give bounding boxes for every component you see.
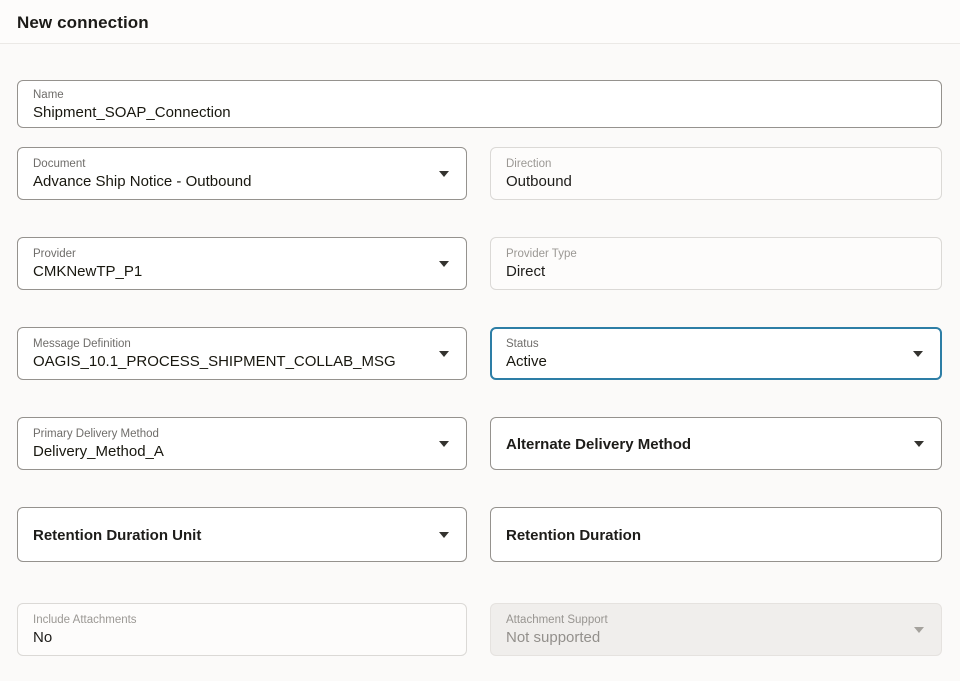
provider-type-field: Provider Type Direct	[490, 237, 942, 290]
primary-delivery-method-select-label: Primary Delivery Method	[33, 427, 430, 441]
row-delivery-methods: Primary Delivery Method Delivery_Method_…	[17, 417, 942, 470]
primary-delivery-method-select-value: Delivery_Method_A	[33, 442, 430, 461]
dropdown-arrow-icon	[439, 351, 449, 357]
dropdown-arrow-icon	[439, 261, 449, 267]
direction-field-value: Outbound	[506, 172, 905, 191]
document-select[interactable]: Document Advance Ship Notice - Outbound	[17, 147, 467, 200]
status-select-value: Active	[506, 352, 904, 371]
provider-select[interactable]: Provider CMKNewTP_P1	[17, 237, 467, 290]
dropdown-arrow-icon	[439, 441, 449, 447]
retention-duration-input[interactable]: Retention Duration	[490, 507, 942, 562]
provider-select-label: Provider	[33, 247, 430, 261]
row-message-status: Message Definition OAGIS_10.1_PROCESS_SH…	[17, 327, 942, 380]
retention-duration-unit-select[interactable]: Retention Duration Unit	[17, 507, 467, 562]
name-field[interactable]: Name Shipment_SOAP_Connection	[17, 80, 942, 128]
page-title: New connection	[17, 13, 943, 33]
dropdown-arrow-icon	[914, 627, 924, 633]
message-definition-select[interactable]: Message Definition OAGIS_10.1_PROCESS_SH…	[17, 327, 467, 380]
primary-delivery-method-select[interactable]: Primary Delivery Method Delivery_Method_…	[17, 417, 467, 470]
document-select-label: Document	[33, 157, 430, 171]
retention-duration-input-label: Retention Duration	[506, 526, 905, 545]
row-document-direction: Document Advance Ship Notice - Outbound …	[17, 147, 942, 200]
message-definition-select-label: Message Definition	[33, 337, 430, 351]
alternate-delivery-method-select-label: Alternate Delivery Method	[506, 435, 905, 454]
dropdown-arrow-icon	[914, 441, 924, 447]
attachment-support-select: Attachment Support Not supported	[490, 603, 942, 656]
row-attachments: Include Attachments No Attachment Suppor…	[17, 603, 942, 656]
attachment-support-select-label: Attachment Support	[506, 613, 905, 627]
page-header: New connection	[0, 0, 960, 44]
row-provider: Provider CMKNewTP_P1 Provider Type Direc…	[17, 237, 942, 290]
provider-type-field-label: Provider Type	[506, 247, 905, 261]
direction-field: Direction Outbound	[490, 147, 942, 200]
row-retention: Retention Duration Unit Retention Durati…	[17, 507, 942, 562]
name-field-label: Name	[33, 88, 905, 102]
connection-form: Name Shipment_SOAP_Connection Document A…	[0, 44, 960, 656]
provider-type-field-value: Direct	[506, 262, 905, 281]
alternate-delivery-method-select[interactable]: Alternate Delivery Method	[490, 417, 942, 470]
attachment-support-select-value: Not supported	[506, 628, 905, 647]
include-attachments-field: Include Attachments No	[17, 603, 467, 656]
document-select-value: Advance Ship Notice - Outbound	[33, 172, 430, 191]
dropdown-arrow-icon	[913, 351, 923, 357]
status-select[interactable]: Status Active	[490, 327, 942, 380]
dropdown-arrow-icon	[439, 532, 449, 538]
retention-duration-unit-select-label: Retention Duration Unit	[33, 526, 430, 545]
message-definition-select-value: OAGIS_10.1_PROCESS_SHIPMENT_COLLAB_MSG	[33, 352, 430, 371]
dropdown-arrow-icon	[439, 171, 449, 177]
include-attachments-field-label: Include Attachments	[33, 613, 430, 627]
name-field-value: Shipment_SOAP_Connection	[33, 103, 905, 122]
include-attachments-field-value: No	[33, 628, 430, 647]
direction-field-label: Direction	[506, 157, 905, 171]
provider-select-value: CMKNewTP_P1	[33, 262, 430, 281]
status-select-label: Status	[506, 337, 904, 351]
